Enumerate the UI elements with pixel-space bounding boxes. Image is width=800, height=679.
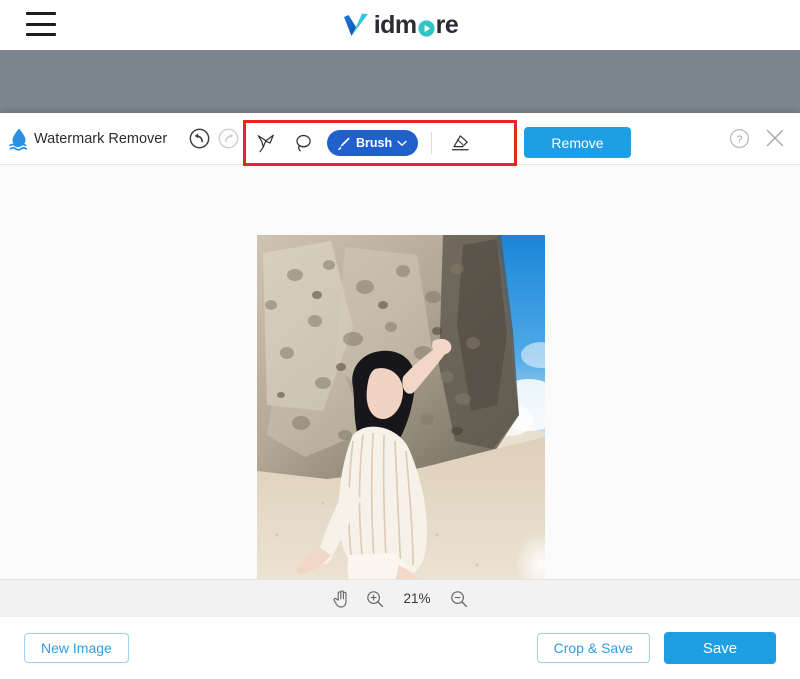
- app-title: Watermark Remover: [34, 131, 167, 147]
- history-controls: [189, 128, 239, 149]
- save-button[interactable]: Save: [664, 632, 776, 664]
- eraser-icon: [449, 133, 472, 153]
- watermark-remover-panel: Watermark Remover: [0, 113, 800, 679]
- lasso-icon: [293, 133, 315, 153]
- brand-logo[interactable]: idm re: [0, 0, 800, 50]
- new-image-button[interactable]: New Image: [24, 633, 129, 663]
- svg-text:?: ?: [737, 133, 743, 145]
- image-canvas[interactable]: watermark: [0, 165, 800, 579]
- help-button[interactable]: ?: [729, 128, 750, 149]
- help-circle-icon: ?: [729, 128, 750, 149]
- brand-wordmark: idm re: [374, 13, 459, 38]
- hand-pan-icon: [332, 589, 350, 608]
- free-lasso-tool-button[interactable]: [287, 127, 321, 159]
- close-button[interactable]: [764, 127, 786, 149]
- footer-right-actions: Crop & Save Save: [537, 632, 776, 664]
- water-drop-icon: [8, 127, 30, 151]
- vidmore-checkmark-logo-icon: [342, 10, 372, 40]
- close-icon: [764, 127, 786, 149]
- polygon-lasso-icon: [255, 133, 277, 153]
- editor-toolbar: Watermark Remover: [0, 113, 800, 165]
- eraser-tool-button[interactable]: [443, 127, 477, 159]
- brush-tool-button[interactable]: Brush: [327, 130, 418, 156]
- toolbar-divider: [431, 132, 432, 154]
- photo-container[interactable]: watermark: [257, 235, 545, 579]
- undo-icon: [189, 128, 210, 149]
- crop-and-save-button[interactable]: Crop & Save: [537, 633, 650, 663]
- beach-photo: [257, 235, 545, 579]
- zoom-out-icon: [450, 590, 468, 608]
- pan-tool-button[interactable]: [332, 589, 350, 608]
- brush-icon: [336, 136, 351, 151]
- brush-button-label: Brush: [356, 136, 392, 150]
- zoom-in-button[interactable]: [366, 590, 384, 608]
- redo-button[interactable]: [218, 128, 239, 149]
- app-title-group: Watermark Remover: [8, 127, 167, 151]
- undo-button[interactable]: [189, 128, 210, 149]
- brand-text-part2: re: [436, 13, 459, 38]
- editor-footer: New Image Crop & Save Save: [0, 617, 800, 679]
- zoom-controls-bar: 21%: [0, 579, 800, 617]
- app-root: idm re Watermark Re: [0, 0, 800, 679]
- brand-text-part1: idm: [374, 13, 417, 38]
- zoom-in-icon: [366, 590, 384, 608]
- remove-button[interactable]: Remove: [524, 127, 631, 158]
- selection-tools-group: Brush: [249, 126, 477, 160]
- site-header: idm re: [0, 0, 800, 50]
- chevron-down-icon: [397, 140, 407, 147]
- zoom-out-button[interactable]: [450, 590, 468, 608]
- toolbar-right-actions: ?: [729, 127, 786, 149]
- redo-icon: [218, 128, 239, 149]
- brand-play-o-icon: [418, 17, 435, 34]
- page-backdrop: [0, 50, 800, 113]
- zoom-level-label: 21%: [400, 591, 434, 606]
- polygon-lasso-tool-button[interactable]: [249, 127, 283, 159]
